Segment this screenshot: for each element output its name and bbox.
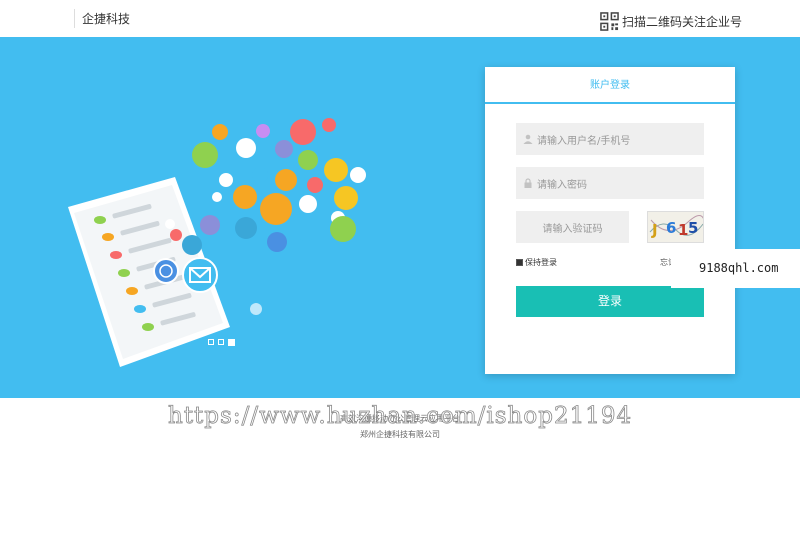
remember-checkbox[interactable] <box>516 259 523 266</box>
mobile-apps-illustration <box>68 118 366 367</box>
remember-login[interactable]: 保持登录 <box>516 257 557 268</box>
watermark-text: https://www.huzhan.com/ishop21194 <box>168 403 633 430</box>
captcha-image[interactable]: J 6 1 5 <box>647 211 704 243</box>
lock-icon <box>524 178 532 188</box>
login-panel: 账户登录 请输入用户名/手机号 请输入密码 请输入验证码 J 6 1 5 保持登… <box>485 67 735 374</box>
password-placeholder: 请输入密码 <box>537 179 587 191</box>
header-divider <box>74 9 75 28</box>
svg-text:1: 1 <box>678 221 688 239</box>
carousel-dots <box>208 339 235 346</box>
password-input[interactable]: 请输入密码 <box>516 167 704 199</box>
qr-code-icon <box>600 12 619 31</box>
site-badge: 9188qhl.com <box>671 249 800 288</box>
username-placeholder: 请输入用户名/手机号 <box>537 135 631 147</box>
captcha-input[interactable]: 请输入验证码 <box>516 211 629 243</box>
brand-name[interactable]: 企捷科技 <box>82 10 130 27</box>
login-button[interactable]: 登录 <box>516 286 704 317</box>
carousel-dot[interactable] <box>218 339 224 345</box>
login-title[interactable]: 账户登录 <box>485 67 735 104</box>
carousel-dot-active[interactable] <box>228 339 235 346</box>
username-input[interactable]: 请输入用户名/手机号 <box>516 123 704 155</box>
remember-label: 保持登录 <box>525 258 557 267</box>
svg-text:6: 6 <box>666 219 676 237</box>
footer-company: 郑州企捷科技有限公司 <box>360 430 440 439</box>
top-header: 企捷科技 扫描二维码关注企业号 <box>0 0 800 37</box>
svg-text:5: 5 <box>688 219 698 237</box>
qr-follow-link[interactable]: 扫描二维码关注企业号 <box>600 12 742 31</box>
captcha-placeholder: 请输入验证码 <box>542 223 603 235</box>
user-icon <box>523 134 533 144</box>
hero-banner: 账户登录 请输入用户名/手机号 请输入密码 请输入验证码 J 6 1 5 保持登… <box>0 37 800 398</box>
qr-follow-text: 扫描二维码关注企业号 <box>622 15 743 29</box>
carousel-dot[interactable] <box>208 339 214 345</box>
svg-text:J: J <box>651 221 658 239</box>
